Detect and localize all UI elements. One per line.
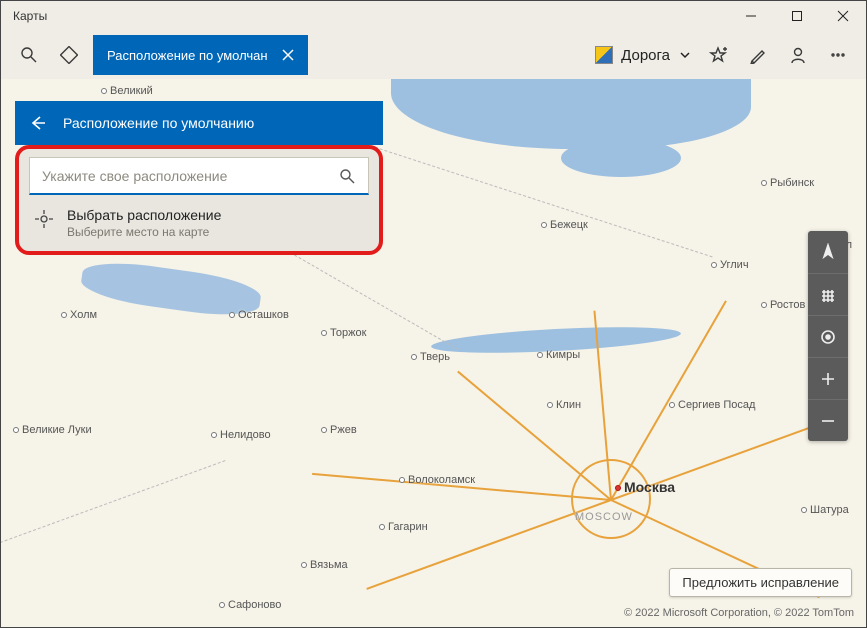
maximize-button[interactable]	[774, 1, 820, 31]
suggest-edit-button[interactable]: Предложить исправление	[669, 568, 852, 597]
plus-icon	[819, 370, 837, 388]
tilt-icon	[819, 286, 837, 304]
minimize-button[interactable]	[728, 1, 774, 31]
map-style-dropdown[interactable]: Дорога	[589, 35, 698, 75]
tilt-button[interactable]	[808, 273, 848, 315]
default-location-chip-label: Расположение по умолчан	[107, 48, 268, 63]
directions-icon	[60, 46, 78, 64]
map-style-icon	[595, 46, 613, 64]
zoom-out-button[interactable]	[808, 399, 848, 441]
titlebar: Карты	[1, 1, 866, 31]
window-controls	[728, 1, 866, 31]
search-icon	[20, 46, 38, 64]
crosshair-icon	[33, 209, 55, 229]
search-icon	[339, 168, 355, 184]
pen-icon	[749, 46, 767, 64]
default-location-panel: Расположение по умолчанию Выбрать распол…	[15, 101, 383, 255]
panel-back-button[interactable]	[21, 107, 53, 139]
default-location-chip[interactable]: Расположение по умолчан	[93, 35, 308, 75]
account-button[interactable]	[778, 35, 818, 75]
panel-header: Расположение по умолчанию	[15, 101, 383, 145]
compass-icon	[819, 243, 837, 261]
zoom-in-button[interactable]	[808, 357, 848, 399]
minus-icon	[819, 412, 837, 430]
more-button[interactable]	[818, 35, 858, 75]
close-button[interactable]	[820, 1, 866, 31]
maximize-icon	[791, 10, 803, 22]
close-icon	[281, 48, 295, 62]
person-icon	[789, 46, 807, 64]
choose-location-option[interactable]: Выбрать расположение Выберите место на к…	[29, 195, 369, 241]
map-style-label: Дорога	[621, 47, 670, 64]
minimize-icon	[745, 10, 757, 22]
annotation-highlight: Выбрать расположение Выберите место на к…	[15, 145, 383, 255]
choose-location-title: Выбрать расположение	[67, 207, 221, 223]
map-controls	[808, 231, 848, 441]
window-title: Карты	[13, 9, 47, 23]
panel-title: Расположение по умолчанию	[63, 115, 254, 131]
location-search-button[interactable]	[332, 161, 362, 191]
choose-location-subtitle: Выберите место на карте	[67, 225, 221, 239]
arrow-left-icon	[28, 114, 46, 132]
location-search-row	[29, 157, 369, 195]
compass-button[interactable]	[808, 231, 848, 273]
location-search-input[interactable]	[40, 167, 332, 185]
search-button[interactable]	[9, 35, 49, 75]
locate-icon	[819, 328, 837, 346]
chip-close-button[interactable]	[268, 35, 308, 75]
more-icon	[829, 46, 847, 64]
star-plus-icon	[709, 46, 727, 64]
locate-button[interactable]	[808, 315, 848, 357]
favorites-button[interactable]	[698, 35, 738, 75]
chevron-down-icon	[678, 48, 692, 62]
directions-button[interactable]	[49, 35, 89, 75]
attribution: © 2022 Microsoft Corporation, © 2022 Tom…	[624, 607, 854, 619]
toolbar: Расположение по умолчан Дорога	[1, 31, 866, 79]
close-icon	[837, 10, 849, 22]
ink-button[interactable]	[738, 35, 778, 75]
